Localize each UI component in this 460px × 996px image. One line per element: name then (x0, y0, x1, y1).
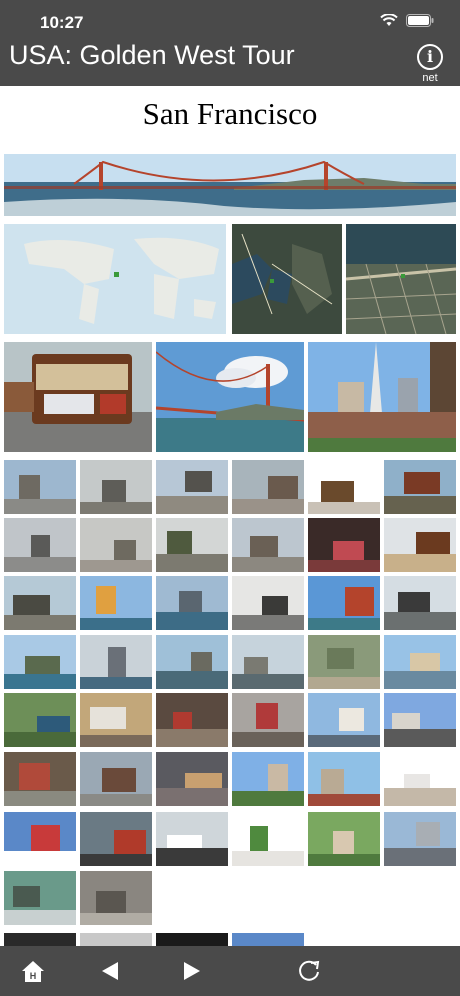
photo-thumbnail[interactable] (156, 752, 228, 806)
reload-button[interactable] (294, 956, 324, 986)
svg-text:H: H (30, 971, 37, 981)
photo-thumbnail[interactable] (156, 518, 228, 572)
photo-thumbnail[interactable] (156, 933, 228, 946)
forward-arrow-icon (184, 962, 200, 980)
status-icons (380, 14, 434, 27)
photo-thumbnail[interactable] (384, 635, 456, 689)
photo-thumbnail[interactable] (156, 576, 228, 630)
photo-thumbnail[interactable] (308, 576, 380, 630)
home-icon: H (22, 961, 44, 982)
photo-thumbnail[interactable] (80, 518, 152, 572)
photo-thumbnail[interactable] (80, 871, 152, 925)
map-bay-area[interactable] (232, 224, 342, 334)
photo-thumbnail[interactable] (4, 693, 76, 747)
photo-thumbnail[interactable] (4, 752, 76, 806)
page-title: San Francisco (142, 96, 318, 131)
photo-thumbnail[interactable] (4, 635, 76, 689)
photo-thumbnail[interactable] (384, 518, 456, 572)
photo-thumbnail[interactable] (308, 635, 380, 689)
photo-transamerica-skyline[interactable] (308, 342, 456, 452)
photo-thumbnail[interactable] (4, 933, 76, 946)
back-arrow-icon (102, 962, 118, 980)
photo-thumbnail[interactable] (80, 693, 152, 747)
photo-golden-gate-panorama[interactable] (4, 154, 456, 216)
home-button[interactable]: H (18, 956, 48, 986)
title-bar: USA: Golden West Tour i net (0, 36, 460, 86)
status-bar: 10:27 (0, 0, 460, 36)
photo-thumbnail[interactable] (4, 812, 76, 866)
photo-thumbnail[interactable] (384, 752, 456, 806)
photo-golden-gate-bridge[interactable] (156, 342, 304, 452)
photo-thumbnail[interactable] (384, 576, 456, 630)
back-button[interactable] (96, 956, 126, 986)
photo-thumbnail[interactable] (232, 693, 304, 747)
photo-thumbnail[interactable] (80, 635, 152, 689)
wifi-icon (380, 14, 398, 26)
photo-cable-car[interactable] (4, 342, 152, 452)
photo-thumbnail[interactable] (156, 460, 228, 514)
battery-icon (406, 14, 434, 27)
app-title: USA: Golden West Tour (9, 40, 295, 70)
photo-thumbnail[interactable] (232, 460, 304, 514)
photo-thumbnail[interactable] (4, 871, 76, 925)
photo-thumbnail[interactable] (80, 812, 152, 866)
photo-thumbnail[interactable] (156, 693, 228, 747)
photo-thumbnail[interactable] (384, 812, 456, 866)
photo-thumbnail[interactable] (308, 693, 380, 747)
photo-thumbnail[interactable] (80, 460, 152, 514)
photo-thumbnail[interactable] (308, 812, 380, 866)
photo-thumbnail[interactable] (80, 933, 152, 946)
info-button[interactable]: i net (416, 44, 444, 84)
photo-thumbnail[interactable] (4, 576, 76, 630)
info-icon: i (417, 44, 443, 70)
photo-thumbnail[interactable] (4, 518, 76, 572)
photo-thumbnail[interactable] (4, 460, 76, 514)
bottom-toolbar: H (0, 946, 460, 996)
map-street[interactable] (346, 224, 456, 334)
reload-icon (299, 960, 320, 981)
photo-thumbnail[interactable] (308, 752, 380, 806)
forward-button[interactable] (176, 956, 206, 986)
photo-thumbnail[interactable] (156, 812, 228, 866)
photo-thumbnail[interactable] (308, 518, 380, 572)
photo-thumbnail[interactable] (384, 460, 456, 514)
photo-thumbnail[interactable] (232, 518, 304, 572)
photo-thumbnail[interactable] (156, 635, 228, 689)
photo-thumbnail[interactable] (232, 576, 304, 630)
photo-thumbnail[interactable] (384, 693, 456, 747)
photo-thumbnail[interactable] (232, 635, 304, 689)
photo-thumbnail[interactable] (232, 812, 304, 866)
info-label: net (422, 72, 438, 84)
photo-thumbnail[interactable] (308, 460, 380, 514)
photo-thumbnail[interactable] (232, 933, 304, 946)
photo-thumbnail[interactable] (80, 576, 152, 630)
status-time: 10:27 (40, 13, 84, 32)
photo-thumbnail[interactable] (80, 752, 152, 806)
map-world[interactable] (4, 224, 226, 334)
photo-thumbnail[interactable] (232, 752, 304, 806)
